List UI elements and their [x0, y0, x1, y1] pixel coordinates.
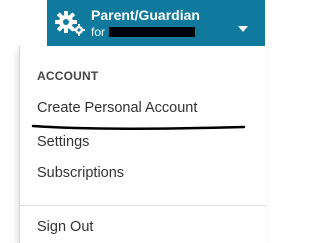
menu-item-settings[interactable]: Settings — [37, 134, 89, 150]
menu-item-sign-out[interactable]: Sign Out — [37, 219, 93, 235]
menu-divider — [20, 205, 266, 206]
menu-item-create-personal-account[interactable]: Create Personal Account — [37, 100, 197, 116]
account-dropdown-menu: ACCOUNT Create Personal Account Settings… — [19, 46, 266, 243]
account-role-title: Parent/Guardian — [91, 7, 200, 23]
account-subtitle: for — [91, 25, 196, 39]
redacted-name — [109, 27, 196, 37]
gears-icon — [55, 10, 85, 36]
menu-item-subscriptions[interactable]: Subscriptions — [37, 165, 124, 181]
account-subtitle-prefix: for — [91, 25, 106, 39]
caret-down-icon — [237, 20, 249, 32]
account-menu-button[interactable]: Parent/Guardian for — [47, 0, 265, 46]
section-header-account: ACCOUNT — [37, 69, 99, 83]
